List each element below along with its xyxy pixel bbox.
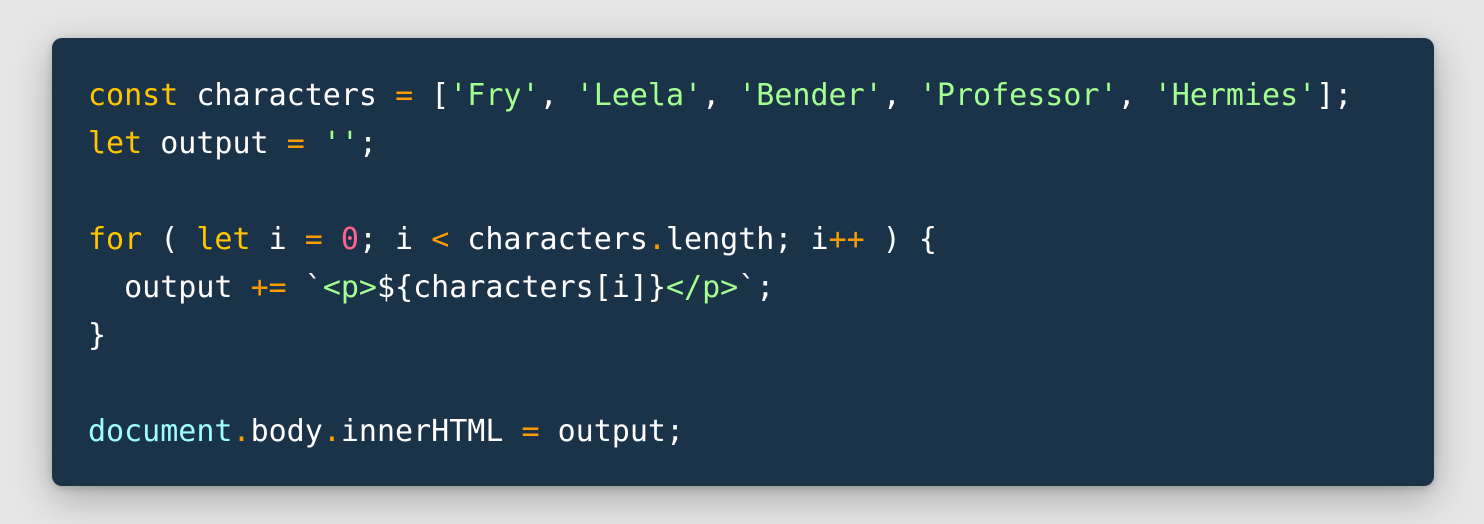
code-token-punct (323, 222, 341, 257)
code-token-keyword: const (88, 78, 179, 113)
code-token-ident: body (250, 414, 323, 449)
code-token-operator: += (250, 270, 287, 305)
code-token-punct: `; (738, 270, 775, 305)
code-token-punct: ; (358, 126, 377, 161)
code-token-keyword: let (88, 126, 143, 161)
code-block[interactable]: const characters = ['Fry', 'Leela', 'Ben… (88, 72, 1434, 456)
code-token-ident: characters (449, 222, 648, 257)
code-token-string: 'Bender' (738, 78, 883, 113)
code-token-string: 'Hermies' (1153, 78, 1317, 113)
code-token-punct: , (539, 78, 576, 113)
code-token-number: 0 (340, 222, 359, 257)
code-token-ident: output (88, 270, 251, 305)
code-token-punct: ; i (358, 222, 432, 257)
code-token-punct: ` (286, 270, 323, 305)
code-token-global: document (88, 414, 233, 449)
code-line: for ( let i = 0; i < characters.length; … (88, 216, 1434, 264)
code-token-string: 'Fry' (449, 78, 540, 113)
code-token-ident: characters (178, 78, 396, 113)
code-line: const characters = ['Fry', 'Leela', 'Ben… (88, 72, 1434, 120)
code-token-punct: ) { (864, 222, 937, 257)
code-token-punct (305, 126, 323, 161)
code-token-operator: . (322, 414, 341, 449)
code-line: let output = ''; (88, 120, 1434, 168)
code-token-operator: < (431, 222, 450, 257)
code-token-operator: = (395, 78, 414, 113)
code-token-punct: , (1117, 78, 1154, 113)
code-token-punct: , (882, 78, 919, 113)
code-token-punct: ( (142, 222, 197, 257)
code-token-operator: . (232, 414, 251, 449)
code-token-punct: ; (666, 414, 685, 449)
code-token-operator: . (647, 222, 666, 257)
code-token-punct: ${characters[i]} (377, 270, 666, 305)
page-background: const characters = ['Fry', 'Leela', 'Ben… (0, 0, 1484, 524)
code-token-ident: innerHTML (340, 414, 522, 449)
code-line: document.body.innerHTML = output; (88, 408, 1434, 456)
code-token-punct: ; i (774, 222, 829, 257)
code-line: } (88, 312, 1434, 360)
code-token-keyword: let (196, 222, 251, 257)
code-token-punct: [ (413, 78, 450, 113)
code-token-ident: output (142, 126, 287, 161)
code-token-tag: </p> (665, 270, 739, 305)
code-token-string: 'Professor' (918, 78, 1118, 113)
code-window: const characters = ['Fry', 'Leela', 'Ben… (52, 38, 1434, 486)
code-line: output += `<p>${characters[i]}</p>`; (88, 264, 1434, 312)
code-token-punct: ]; (1316, 78, 1353, 113)
code-token-string: 'Leela' (575, 78, 703, 113)
code-token-tag: <p> (322, 270, 377, 305)
code-token-punct: , (702, 78, 739, 113)
code-token-string: '' (322, 126, 359, 161)
code-token-operator: = (286, 126, 305, 161)
code-token-punct: } (88, 318, 107, 353)
code-token-ident: output (539, 414, 666, 449)
code-token-operator: ++ (828, 222, 865, 257)
code-token-operator: = (304, 222, 323, 257)
code-token-ident: length (666, 222, 775, 257)
code-token-keyword: for (88, 222, 143, 257)
code-token-ident: i (250, 222, 305, 257)
code-token-operator: = (521, 414, 540, 449)
